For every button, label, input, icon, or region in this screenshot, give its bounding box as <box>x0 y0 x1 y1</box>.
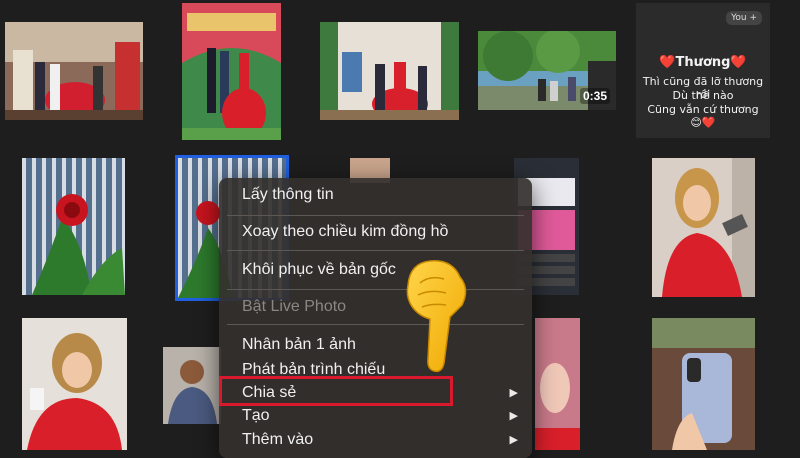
menu-item-label: Bật Live Photo <box>242 298 347 315</box>
photo-thumbnail-wedding-2[interactable] <box>182 3 281 140</box>
menu-item-duplicate[interactable]: Nhân bản 1 ảnh <box>219 333 532 357</box>
menu-item-label: Tạo <box>242 407 270 424</box>
photo-thumbnail-rose[interactable] <box>22 158 125 295</box>
menu-item-get-info[interactable]: Lấy thông tin <box>219 183 532 207</box>
portrait-photo-image <box>22 318 127 450</box>
portrait-photo-image <box>652 158 755 297</box>
portrait-photo-image <box>535 318 580 450</box>
story-text-line: Dù thế nào <box>672 89 734 102</box>
menu-item-label: Thêm vào <box>242 431 314 448</box>
story-emoji-line: 😊❤️ <box>690 116 716 129</box>
photo-thumbnail-girl-phone[interactable] <box>652 158 755 297</box>
menu-item-revert-to-original[interactable]: Khôi phục về bản gốc <box>219 258 532 282</box>
wedding-photo-image <box>5 22 143 120</box>
menu-item-live-photo: Bật Live Photo <box>219 295 532 319</box>
submenu-arrow-icon: ▶ <box>509 387 518 399</box>
photo-thumbnail-wedding-3[interactable] <box>320 22 459 120</box>
menu-item-label: Xoay theo chiều kim đồng hồ <box>242 223 449 240</box>
menu-separator <box>227 215 524 216</box>
context-menu: Lấy thông tin Xoay theo chiều kim đồng h… <box>219 178 532 458</box>
menu-separator <box>227 250 524 251</box>
submenu-arrow-icon: ▶ <box>509 410 518 422</box>
video-duration-label: 0:35 <box>579 88 610 104</box>
photo-thumbnail-wedding-1[interactable] <box>5 22 143 120</box>
iphone-photo-image <box>652 318 755 450</box>
photo-thumbnail-story[interactable]: You + ❤️Thương❤️ Thì cũng đã lỡ thương r… <box>636 3 770 138</box>
photo-thumbnail-girl-cup[interactable] <box>22 318 127 450</box>
wedding-photo-image <box>320 22 459 120</box>
rose-photo-image <box>22 158 125 295</box>
share-highlight-box <box>219 376 453 406</box>
menu-item-label: Khôi phục về bản gốc <box>242 261 396 278</box>
submenu-arrow-icon: ▶ <box>509 434 518 446</box>
story-tag: You + <box>726 11 762 25</box>
portrait-photo-image <box>163 347 221 424</box>
story-title: ❤️Thương❤️ <box>659 55 747 70</box>
photo-thumbnail-man[interactable] <box>163 347 221 424</box>
pointing-hand-icon <box>406 260 467 373</box>
photo-thumbnail-iphone[interactable] <box>652 318 755 450</box>
menu-item-add-to[interactable]: Thêm vào ▶ <box>219 428 532 452</box>
wedding-photo-image <box>182 3 281 140</box>
story-text-line: Cũng vẫn cứ thương <box>647 103 759 116</box>
video-thumbnail[interactable]: 0:35 <box>478 31 616 110</box>
menu-item-label: Nhân bản 1 ảnh <box>242 336 356 353</box>
menu-item-create[interactable]: Tạo ▶ <box>219 404 532 428</box>
menu-item-label: Lấy thông tin <box>242 186 334 203</box>
menu-item-rotate-clockwise[interactable]: Xoay theo chiều kim đồng hồ <box>219 220 532 244</box>
photo-thumbnail-girl-partial[interactable] <box>535 318 580 450</box>
